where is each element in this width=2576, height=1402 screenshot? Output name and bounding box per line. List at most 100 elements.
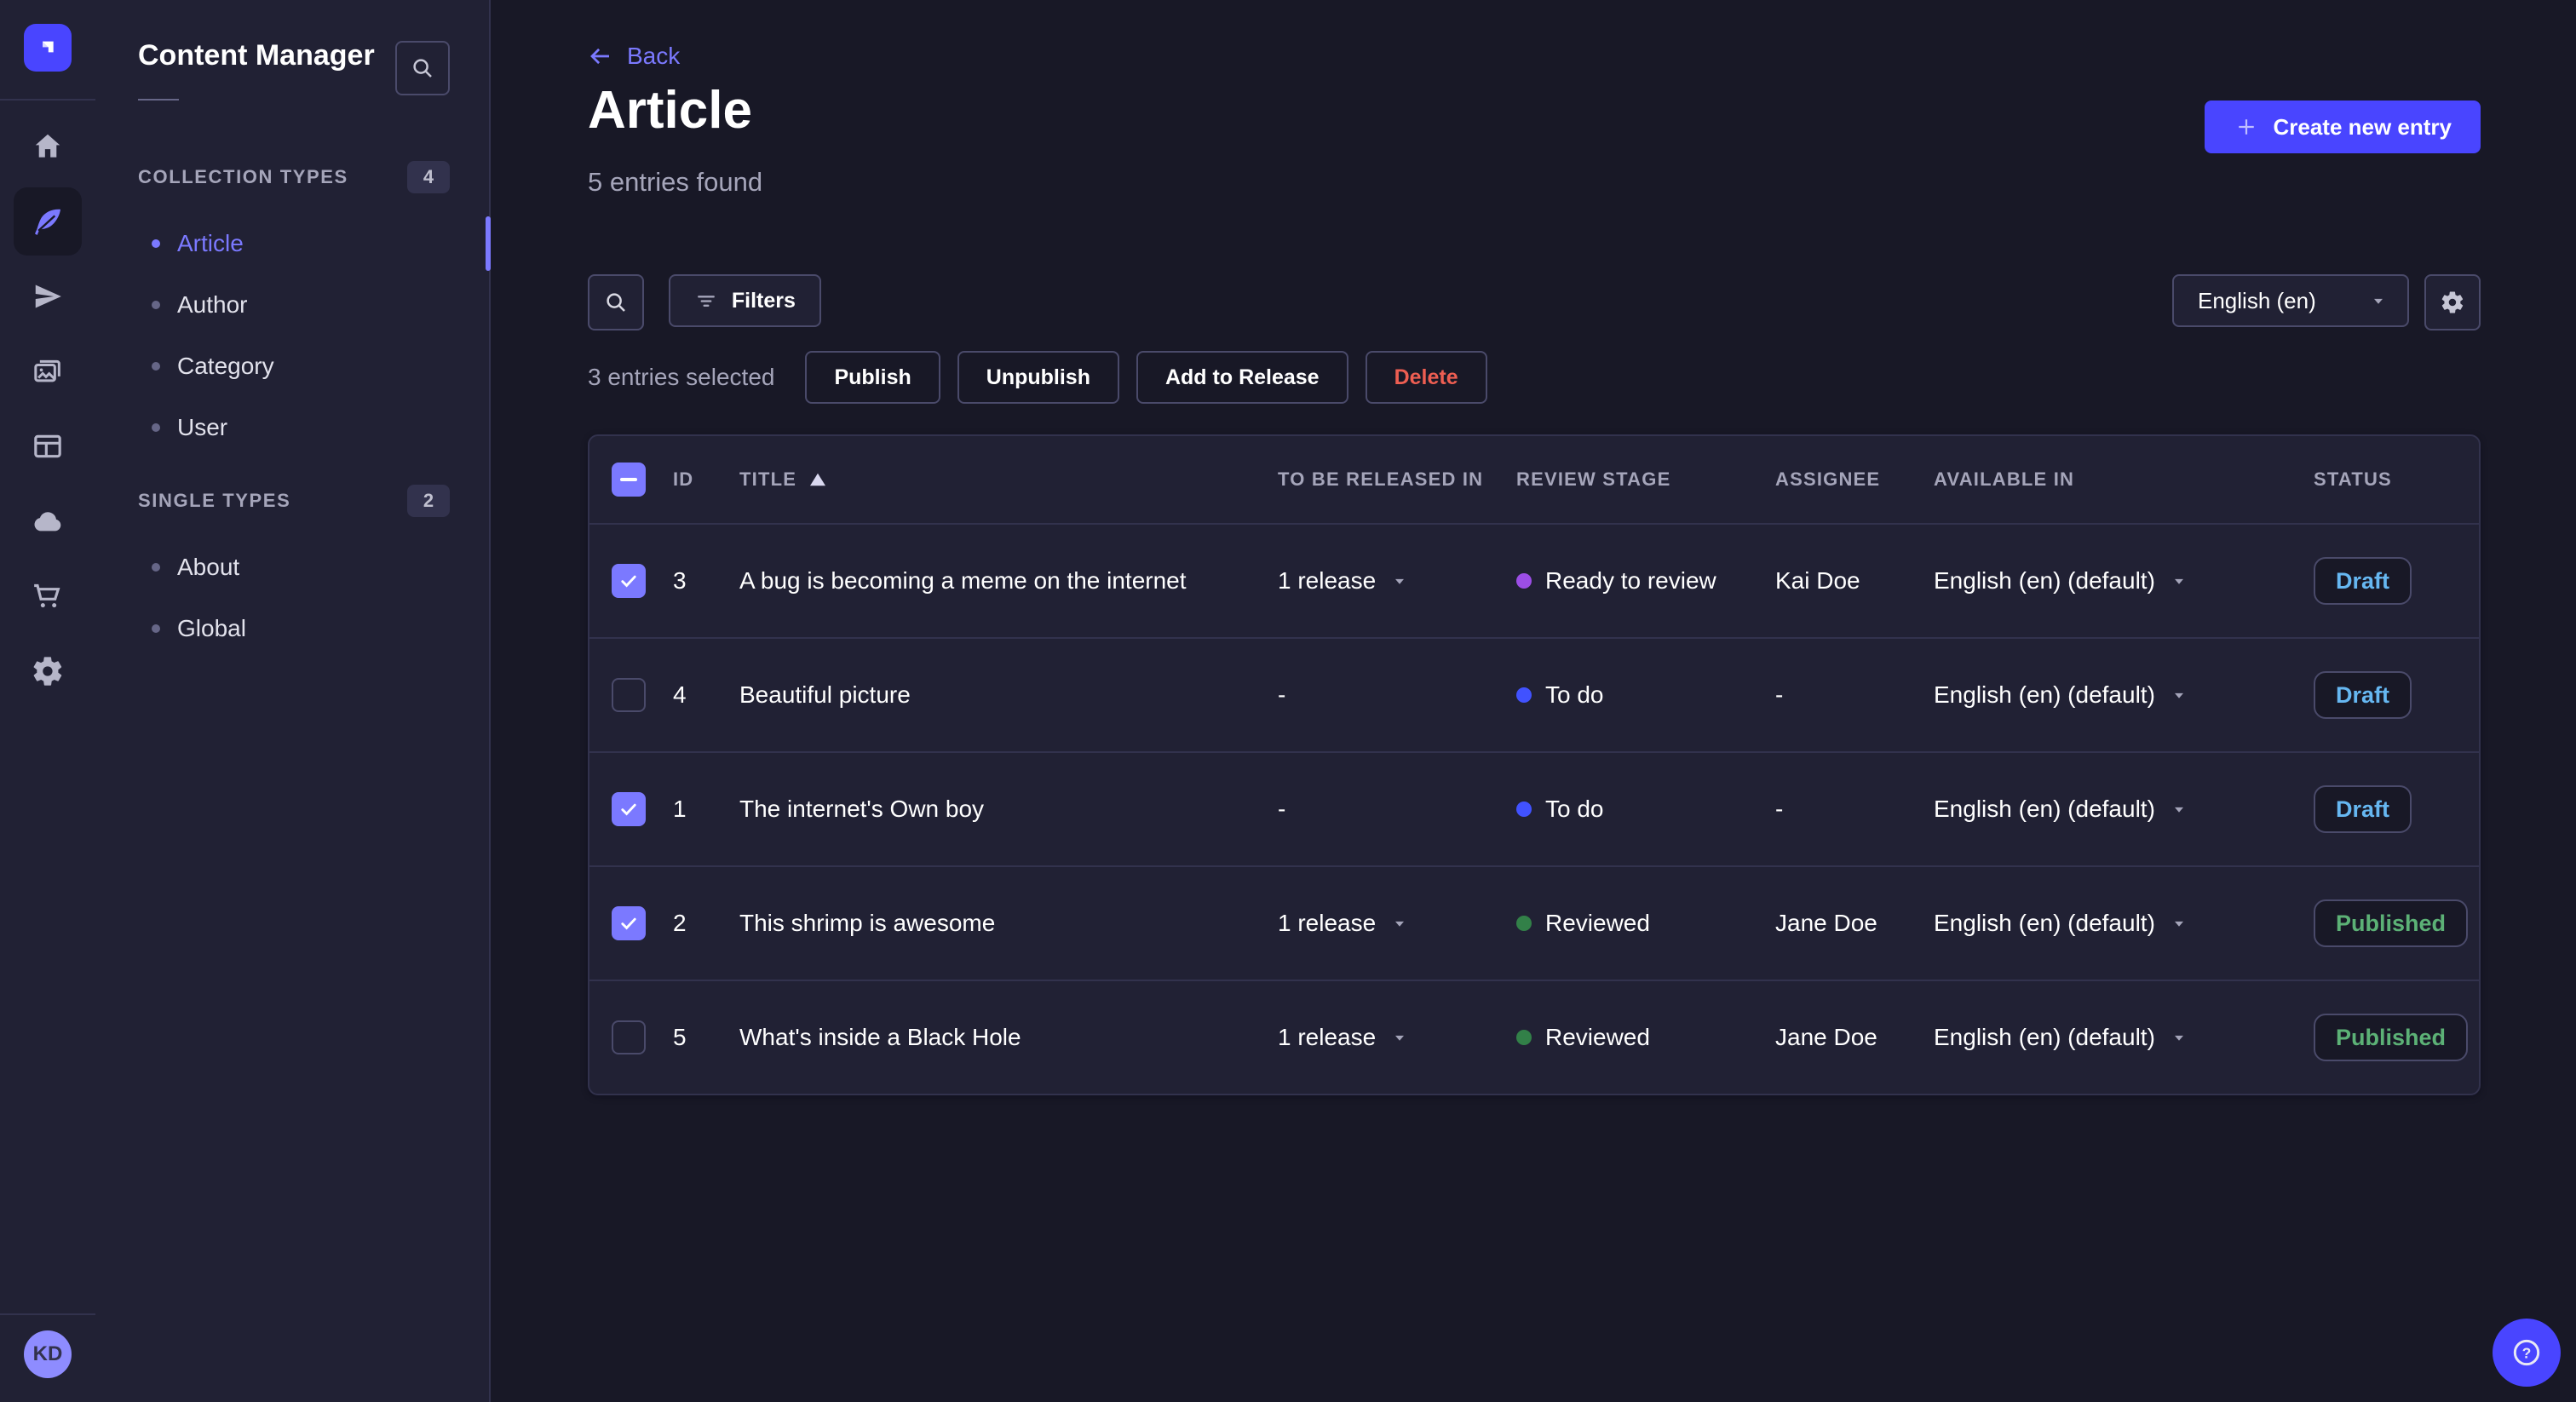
table-row[interactable]: 4 Beautiful picture - To do - English (e… [589, 637, 2479, 751]
sidebar-item-category[interactable]: Category [95, 336, 489, 397]
search-icon [607, 293, 625, 312]
assignee-value: Jane Doe [1775, 910, 1877, 936]
release-dropdown[interactable]: 1 release [1278, 567, 1408, 595]
sidebar-rule [138, 99, 179, 101]
release-dropdown[interactable]: 1 release [1278, 910, 1408, 937]
filters-button[interactable]: Filters [668, 274, 821, 327]
bullet-icon [152, 301, 160, 309]
release-dropdown[interactable]: - [1278, 796, 1285, 823]
review-stage-label: To do [1545, 681, 1604, 708]
release-value: - [1278, 796, 1286, 822]
user-avatar[interactable]: KD [24, 1330, 72, 1378]
bullet-icon [152, 624, 160, 633]
strapi-logo[interactable] [24, 24, 72, 72]
column-header-title-label: TITLE [739, 468, 797, 490]
selected-count: 3 entries selected [588, 364, 775, 390]
chevron-down-icon [2174, 1035, 2183, 1041]
deploy-cloud-icon[interactable] [14, 487, 82, 555]
entry-id: 2 [673, 910, 687, 936]
bullet-icon [152, 423, 160, 432]
sidebar-item-label: User [177, 414, 228, 440]
locale-select[interactable]: English (en) [2172, 274, 2409, 327]
locales-dropdown[interactable]: English (en) (default) [1934, 681, 2188, 709]
release-value: 1 release [1278, 1024, 1377, 1050]
row-checkbox[interactable] [612, 1020, 646, 1054]
locales-dropdown[interactable]: English (en) (default) [1934, 567, 2188, 595]
entry-title: This shrimp is awesome [739, 910, 996, 936]
chevron-down-icon [1395, 1035, 1405, 1041]
check-icon [621, 917, 636, 930]
row-checkbox[interactable] [612, 678, 646, 712]
row-checkbox[interactable] [612, 906, 646, 940]
chevron-down-icon [2174, 921, 2183, 927]
sidebar-item-label: Global [177, 615, 246, 641]
available-in-value: English (en) (default) [1934, 910, 2155, 936]
sidebar-title: Content Manager [138, 39, 375, 72]
status-badge: Draft [2314, 671, 2412, 719]
chevron-down-icon [2174, 692, 2183, 698]
release-value: - [1278, 681, 1286, 708]
assignee-value: Kai Doe [1775, 567, 1860, 594]
table-row[interactable]: 5 What's inside a Black Hole 1 release R… [589, 980, 2479, 1094]
locales-dropdown[interactable]: English (en) (default) [1934, 1024, 2188, 1051]
available-in-value: English (en) (default) [1934, 796, 2155, 822]
sidebar-item-global[interactable]: Global [95, 598, 489, 659]
plus-icon [2239, 119, 2255, 135]
section-count-badge: 4 [407, 161, 450, 193]
assignee-value: - [1775, 681, 1784, 708]
releases-paper-plane-icon[interactable] [14, 262, 82, 330]
release-value: 1 release [1278, 567, 1377, 594]
bullet-icon [152, 563, 160, 572]
available-in-value: English (en) (default) [1934, 1024, 2155, 1050]
sidebar-item-label: Article [177, 230, 244, 256]
bullet-icon [152, 362, 160, 371]
table-row[interactable]: 3 A bug is becoming a meme on the intern… [589, 523, 2479, 637]
release-dropdown[interactable]: - [1278, 681, 1285, 709]
status-badge: Draft [2314, 557, 2412, 605]
create-button-label: Create new entry [2273, 113, 2452, 140]
assignee-value: - [1775, 796, 1784, 822]
add-to-release-button[interactable]: Add to Release [1136, 351, 1348, 404]
entry-id: 5 [673, 1024, 687, 1050]
sidebar-item-about[interactable]: About [95, 537, 489, 598]
row-checkbox[interactable] [612, 564, 646, 598]
column-header-available-in: AVAILABLE IN [1934, 468, 2075, 490]
release-dropdown[interactable]: 1 release [1278, 1024, 1408, 1051]
home-icon[interactable] [14, 112, 82, 181]
entry-title: A bug is becoming a meme on the internet [739, 567, 1187, 594]
create-new-entry-button[interactable]: Create new entry [2205, 101, 2481, 153]
sidebar-item-label: Author [177, 291, 248, 318]
column-header-id[interactable]: ID [673, 468, 739, 491]
sidebar-item-author[interactable]: Author [95, 274, 489, 336]
list-settings-gear-button[interactable] [2424, 274, 2481, 330]
check-icon [621, 575, 636, 588]
content-type-builder-icon[interactable] [14, 412, 82, 480]
column-header-title[interactable]: TITLE [739, 468, 1278, 491]
locale-value: English (en) [2198, 287, 2316, 313]
arrow-left-icon [590, 48, 609, 65]
back-link[interactable]: Back [588, 43, 680, 70]
sidebar-search-button[interactable] [395, 41, 450, 95]
sidebar-item-user[interactable]: User [95, 397, 489, 458]
locales-dropdown[interactable]: English (en) (default) [1934, 910, 2188, 937]
media-library-icon[interactable] [14, 337, 82, 405]
help-question-icon: ? [2513, 1339, 2540, 1366]
sort-ascending-icon [810, 473, 826, 486]
sidebar-item-label: Category [177, 353, 274, 379]
marketplace-cart-icon[interactable] [14, 562, 82, 630]
unpublish-button[interactable]: Unpublish [957, 351, 1119, 404]
sidebar-item-article[interactable]: Article [95, 213, 491, 274]
select-all-checkbox[interactable] [612, 463, 646, 497]
content-manager-feather-icon[interactable] [14, 187, 82, 256]
search-entries-button[interactable] [588, 274, 644, 330]
help-button[interactable]: ? [2493, 1319, 2561, 1387]
delete-button[interactable]: Delete [1365, 351, 1487, 404]
locales-dropdown[interactable]: English (en) (default) [1934, 796, 2188, 823]
settings-gear-icon[interactable] [14, 637, 82, 705]
publish-button[interactable]: Publish [805, 351, 940, 404]
review-stage-label: To do [1545, 796, 1604, 822]
row-checkbox[interactable] [612, 792, 646, 826]
table-row[interactable]: 1 The internet's Own boy - To do - Engli… [589, 751, 2479, 865]
table-row[interactable]: 2 This shrimp is awesome 1 release Revie… [589, 865, 2479, 980]
svg-text:?: ? [2522, 1344, 2532, 1361]
